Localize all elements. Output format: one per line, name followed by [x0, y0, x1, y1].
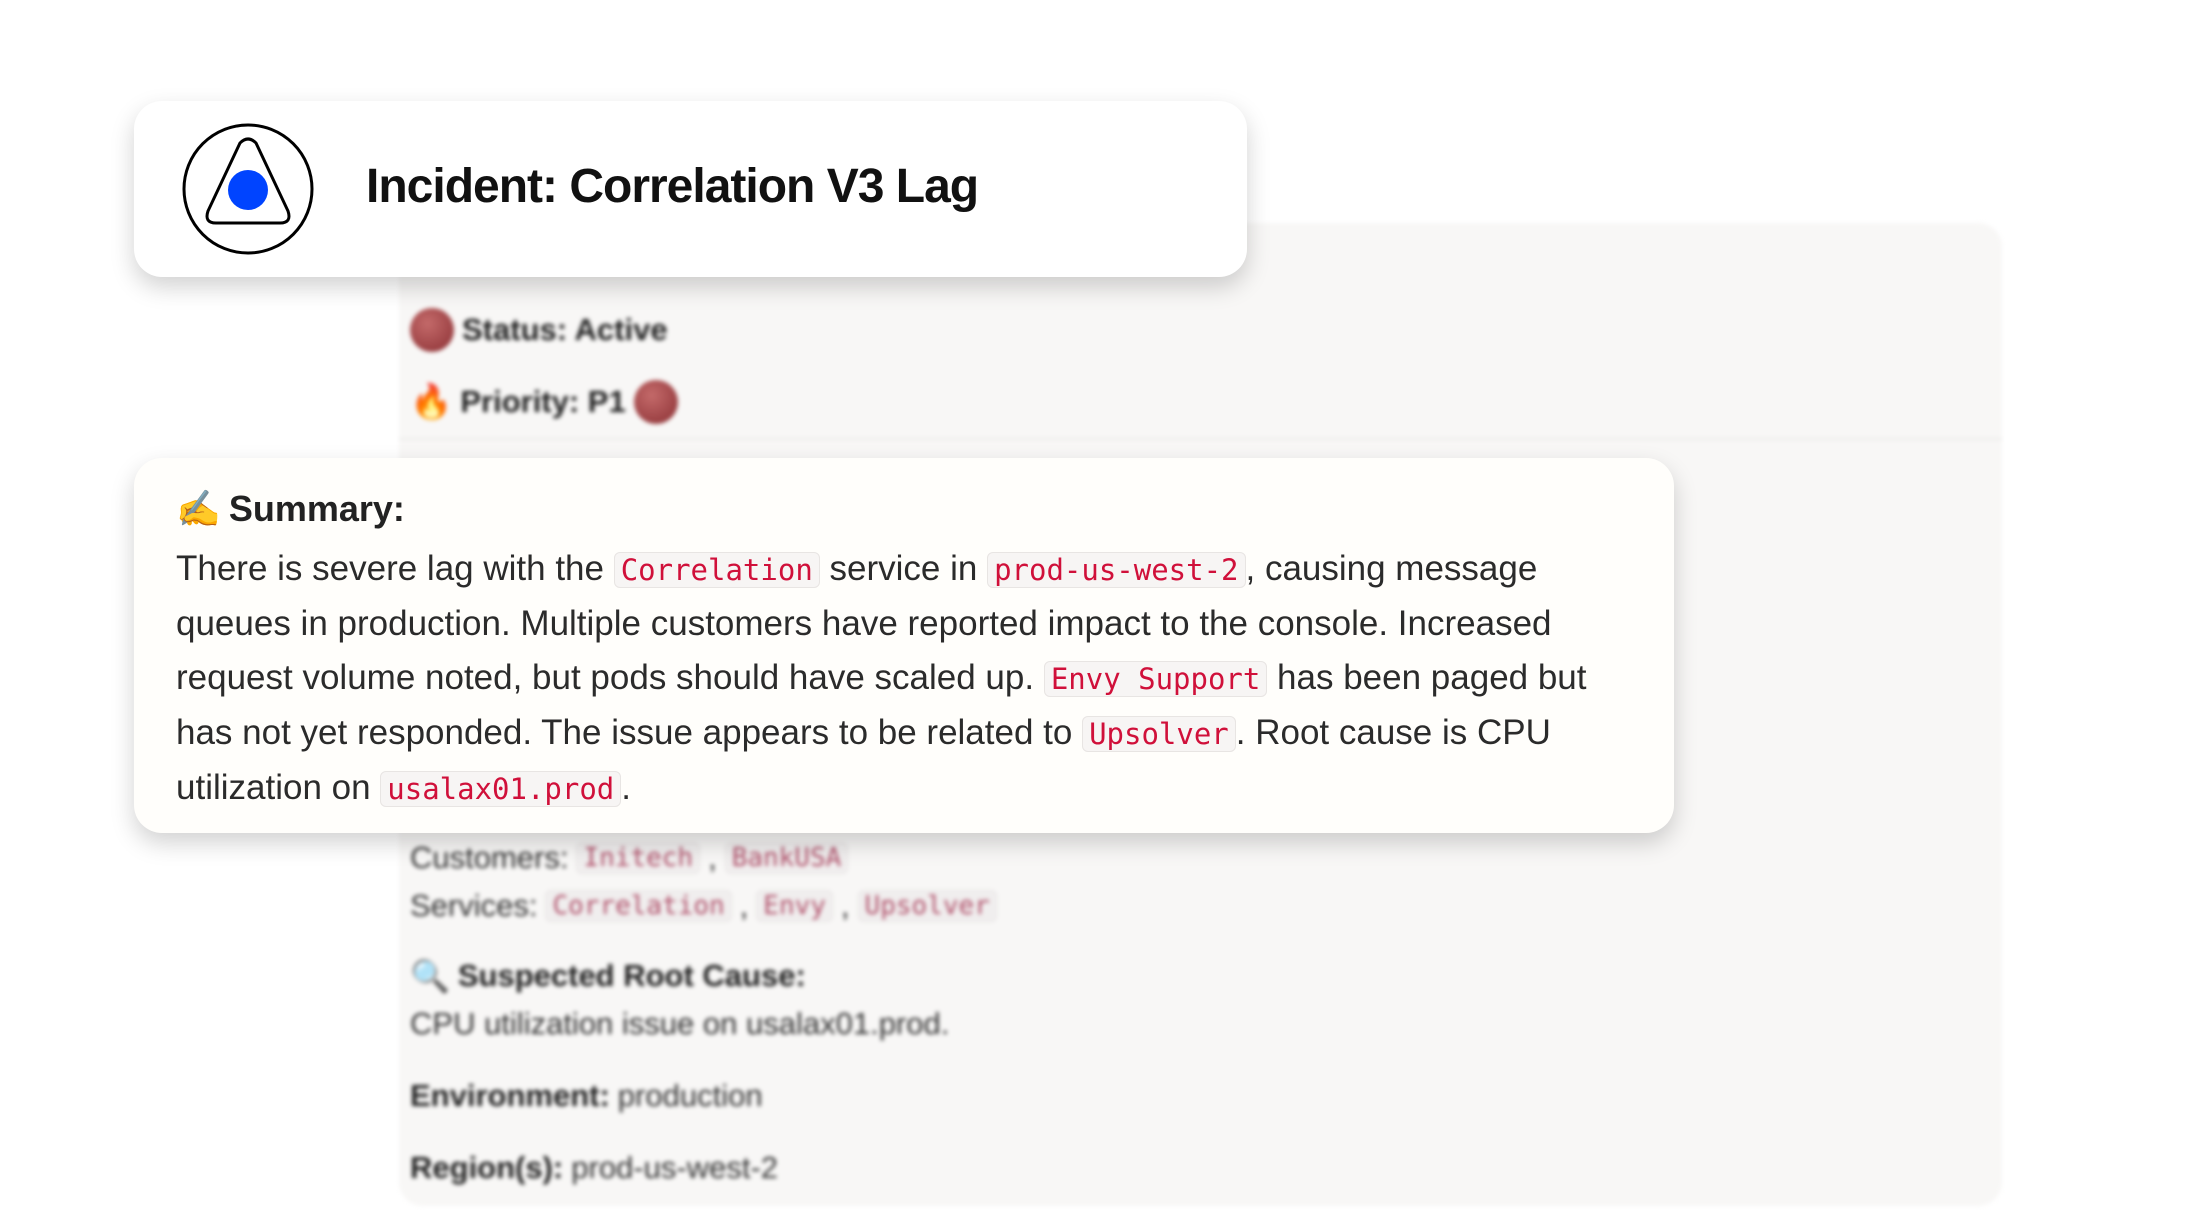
customers-label: Customers: [410, 840, 569, 875]
priority-row: 🔥 Priority: P1 [410, 380, 678, 424]
divider [399, 438, 2002, 440]
status-text: Status: Active [462, 312, 668, 347]
priority-text: Priority: P1 [460, 384, 626, 419]
customers-row: Customers: Initech, BankUSA [410, 840, 849, 876]
environment-label: Environment: [410, 1078, 610, 1113]
incident-title-card: Incident: Correlation V3 Lag [134, 101, 1247, 277]
summary-heading: ✍️ Summary: [176, 488, 405, 530]
code-region: prod-us-west-2 [987, 552, 1246, 588]
red-circle-icon [633, 380, 678, 424]
magnifier-icon: 🔍 [410, 958, 450, 994]
text: . [621, 768, 632, 807]
code-team: Envy Support [1043, 661, 1268, 697]
separator: , [739, 888, 749, 923]
root-cause-text: CPU utilization issue on usalax01.prod. [410, 1006, 950, 1041]
service-tag: Envy [756, 890, 833, 922]
regions-row: Region(s): prod-us-west-2 [410, 1150, 778, 1186]
code-service: Upsolver [1082, 716, 1236, 752]
customer-tag: Initech [576, 842, 701, 874]
root-cause-heading: 🔍 Suspected Root Cause: [410, 957, 806, 995]
services-label: Services: [410, 888, 538, 923]
code-host: usalax01.prod [380, 771, 622, 807]
incident-title: Incident: Correlation V3 Lag [366, 160, 979, 213]
writing-hand-icon: ✍️ [176, 488, 221, 529]
regions-value: prod-us-west-2 [571, 1150, 779, 1185]
services-row: Services: Correlation, Envy, Upsolver [410, 888, 997, 924]
environment-row: Environment: production [410, 1078, 763, 1114]
code-service: Correlation [613, 552, 820, 588]
separator: , [840, 888, 850, 923]
summary-card: ✍️ Summary: There is severe lag with the… [134, 458, 1674, 833]
service-tag: Correlation [545, 890, 732, 922]
customer-tag: BankUSA [724, 842, 849, 874]
text: service in [819, 549, 988, 588]
status-row: Status: Active [410, 308, 668, 352]
summary-text: There is severe lag with the Correlation… [176, 542, 1646, 816]
summary-heading-text: Summary: [228, 488, 405, 529]
separator: , [708, 840, 717, 875]
incident-logo-icon [182, 123, 314, 255]
service-tag: Upsolver [857, 890, 997, 922]
root-cause-label: Suspected Root Cause: [457, 958, 806, 993]
environment-value: production [617, 1078, 763, 1113]
fire-icon: 🔥 [410, 383, 453, 421]
regions-label: Region(s): [410, 1150, 564, 1185]
red-circle-icon [410, 308, 454, 352]
text: There is severe lag with the [176, 549, 614, 588]
